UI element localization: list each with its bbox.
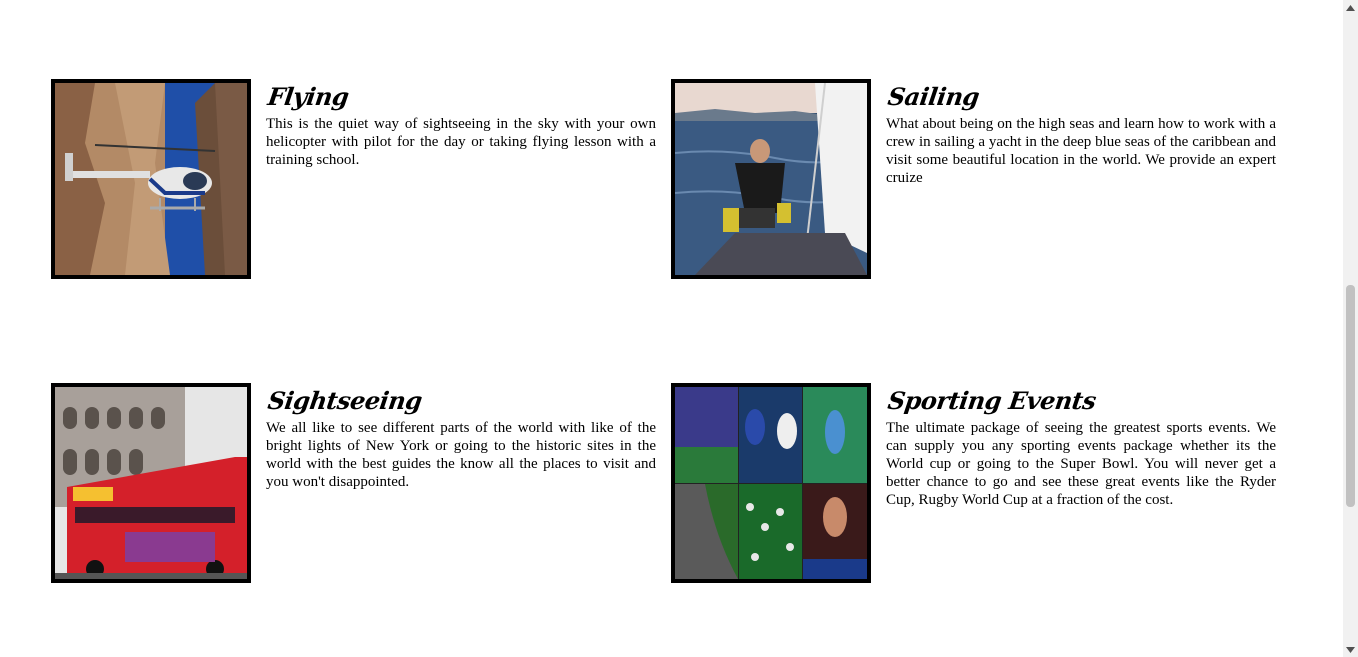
activity-card-sailing: Sailing What about being on the high sea… xyxy=(671,79,1276,279)
page: Flying This is the quiet way of sightsee… xyxy=(0,0,1343,657)
vertical-scrollbar[interactable] xyxy=(1343,0,1358,657)
sports-collage-photo-icon xyxy=(675,387,867,579)
activity-card-sightseeing: Sightseeing We all like to see different… xyxy=(51,383,656,583)
activity-card-flying: Flying This is the quiet way of sightsee… xyxy=(51,79,656,279)
card-description-flying: This is the quiet way of sightseeing in … xyxy=(266,116,656,168)
activity-card-sporting-events: Sporting Events The ultimate package of … xyxy=(671,383,1276,583)
card-title-sightseeing: Sightseeing xyxy=(266,386,424,415)
sailing-image xyxy=(671,79,871,279)
sailing-photo-icon xyxy=(675,83,867,275)
card-title-sporting-events: Sporting Events xyxy=(886,386,1098,415)
card-title-flying: Flying xyxy=(266,82,351,111)
scroll-down-arrow-icon[interactable] xyxy=(1343,642,1358,657)
card-description-sightseeing: We all like to see different parts of th… xyxy=(266,420,656,490)
tour-bus-photo-icon xyxy=(55,387,247,579)
flying-image xyxy=(51,79,251,279)
scrollbar-thumb[interactable] xyxy=(1346,285,1355,507)
card-description-sailing: What about being on the high seas and le… xyxy=(886,116,1276,186)
sightseeing-image xyxy=(51,383,251,583)
card-title-sailing: Sailing xyxy=(886,82,982,111)
helicopter-photo-icon xyxy=(55,83,247,275)
scroll-up-arrow-icon[interactable] xyxy=(1343,0,1358,15)
card-description-sporting-events: The ultimate package of seeing the great… xyxy=(886,420,1276,508)
sporting-events-image xyxy=(671,383,871,583)
